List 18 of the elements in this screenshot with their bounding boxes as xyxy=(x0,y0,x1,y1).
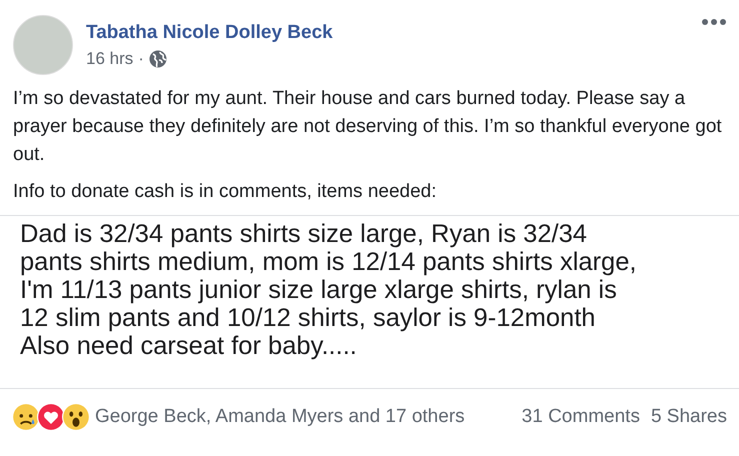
author-name[interactable]: Tabatha Nicole Dolley Beck xyxy=(86,22,702,44)
screenshot-text-line: Dad is 32/34 pants shirts size large, Ryan is 32/34 xyxy=(20,220,588,248)
post-text: Info to donate cash is in comments, items needed: xyxy=(13,180,438,204)
wow-reaction-icon xyxy=(62,403,90,431)
separator-dot: · xyxy=(138,48,144,68)
sad-reaction-icon xyxy=(12,403,40,431)
post-text: I’m so devastated for my aunt. Their house and cars burned today. Please say a prayer because they definitely are not deserving of this. I’m so thankful everyone got out. xyxy=(13,87,723,167)
shares-count[interactable]: 5 Shares xyxy=(650,406,727,428)
screenshot-text-line: Also need carseat for baby..... xyxy=(20,332,358,360)
screenshot-text-line: 12 slim pants and 10/12 shirts, saylor is 9-12month xyxy=(20,304,596,332)
screenshot-text-line: pants shirts medium, mom is 12/14 pants shirts xlarge, xyxy=(20,248,638,276)
post-time[interactable]: 16 hrs xyxy=(86,48,134,68)
love-reaction-icon xyxy=(37,403,65,431)
more-options-icon[interactable] xyxy=(702,18,726,26)
reactors-text[interactable]: George Beck, Amanda Myers and 17 others xyxy=(95,406,465,428)
screenshot-text-line: I'm 11/13 pants junior size large xlarge shirts, rylan is xyxy=(20,276,618,304)
globe-icon xyxy=(148,50,167,68)
comments-count[interactable]: 31 Comments xyxy=(522,406,640,428)
